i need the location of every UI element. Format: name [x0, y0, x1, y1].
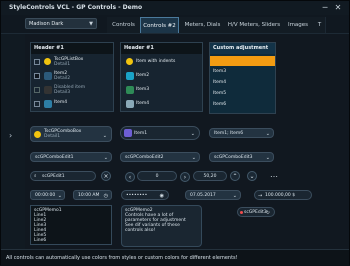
up-button[interactable]: ⌃: [230, 171, 240, 181]
list-item[interactable]: Item6: [213, 102, 226, 112]
chevron-down-icon: ⌄: [265, 155, 270, 161]
tab-controls-2[interactable]: Controls #2: [140, 17, 179, 33]
window-title: StyleControls VCL - GP Controls - Demo: [9, 4, 143, 11]
thumb-icon: [126, 86, 134, 94]
smiley-icon: [126, 58, 133, 65]
list-item[interactable]: Item4: [213, 80, 226, 90]
chevron-down-icon: ⌄: [232, 193, 237, 199]
tab-meters-dials[interactable]: Meters, Dials: [179, 17, 227, 33]
search-input[interactable]: ⌕ scGPEdit1: [30, 171, 96, 181]
chevron-down-icon: ⌄: [190, 131, 195, 137]
top-toolbar: Madison Dark ▼ Controls Controls #2 Mete…: [1, 15, 349, 34]
left-panel: ›: [1, 34, 26, 262]
list-item[interactable]: Item with indents: [124, 57, 200, 67]
search-icon: ⌕: [34, 174, 37, 179]
combo-box-right[interactable]: Item1; Item6 ⌄: [209, 128, 274, 138]
smiley-icon: [44, 58, 51, 65]
tab-controls[interactable]: Controls: [107, 17, 141, 33]
app-window: StyleControls VCL - GP Controls - Demo ─…: [0, 0, 350, 265]
thumb-icon: [124, 129, 132, 137]
list-item-selected[interactable]: Item2: [210, 56, 275, 73]
next-button[interactable]: ›: [180, 172, 190, 182]
refresh-icon: ↻: [265, 210, 270, 216]
eye-icon: ◉: [159, 193, 164, 199]
numeric-edit[interactable]: 50,20: [193, 171, 227, 181]
checkbox[interactable]: [34, 59, 40, 65]
title-bar: StyleControls VCL - GP Controls - Demo ─…: [1, 1, 349, 15]
chevron-down-icon: ▼: [89, 21, 93, 27]
thumb-icon: [44, 100, 52, 108]
checkbox[interactable]: [34, 73, 40, 79]
edit-right[interactable]: scGPEdit3 ↻: [237, 207, 275, 217]
time-edit-1[interactable]: 00:00:00 ⌄: [30, 190, 65, 200]
list-item[interactable]: Item2: [124, 71, 200, 81]
time-edit-2[interactable]: 10:00 AM ◷: [73, 190, 112, 200]
more-icon[interactable]: …: [270, 170, 278, 179]
chevron-down-icon: ⌄: [265, 131, 270, 137]
listbox-2: Header #1 Item with indents Item2 Item3 …: [120, 42, 203, 112]
style-selector[interactable]: Madison Dark ▼: [25, 18, 97, 29]
thumb-icon: [126, 100, 134, 108]
list-item[interactable]: Item4: [34, 99, 110, 109]
tab-hv-meters-sliders[interactable]: H/V Meters, Sliders: [226, 17, 283, 33]
thumb-icon: [44, 86, 52, 94]
spin-edit[interactable]: 0: [137, 171, 177, 181]
combo-edit-3[interactable]: scGPComboEdit3 ⌄: [209, 152, 274, 162]
list-item[interactable]: Item3: [213, 69, 226, 79]
list-item: Disabled item Detail3: [34, 85, 110, 95]
prev-button[interactable]: ‹: [125, 172, 135, 182]
list-item[interactable]: Item2 Detail2: [34, 71, 110, 81]
combo-box-mid[interactable]: Item1 ⌄: [120, 126, 200, 140]
tab-images[interactable]: Images: [282, 17, 315, 33]
close-icon[interactable]: ×: [101, 171, 111, 181]
smiley-icon: [34, 131, 41, 138]
close-icon[interactable]: ✕: [332, 3, 344, 13]
status-bar: All controls can automatically use color…: [1, 249, 349, 265]
chevron-down-icon: ⌄: [103, 155, 108, 161]
date-edit[interactable]: 07.05.2017 ⌄: [185, 190, 241, 200]
list-item[interactable]: TscGPListBox Detail1: [34, 57, 110, 67]
combo-edit-1[interactable]: scGPComboEdit1 ⌄: [30, 152, 112, 162]
arrow-down-icon[interactable]: ⌄: [247, 171, 257, 181]
red-dot-icon: [240, 211, 243, 214]
minimize-icon[interactable]: ─: [319, 3, 331, 13]
chevron-right-icon[interactable]: ›: [9, 131, 12, 140]
checkbox[interactable]: [34, 101, 40, 107]
thumb-icon: [44, 72, 52, 80]
combo-edit-2[interactable]: scGPComboEdit2 ⌄: [120, 152, 200, 162]
checkbox: [34, 87, 40, 93]
chevron-down-icon: ⌄: [57, 193, 62, 199]
memo-1[interactable]: scGPMemo1 Line1 Line2 Line3 Line4 Line5 …: [30, 205, 112, 245]
clock-icon: ◷: [103, 193, 108, 199]
chevron-down-icon: ⌄: [191, 155, 196, 161]
arrow-right-icon: →: [258, 193, 263, 199]
listbox-header: Header #1: [121, 43, 202, 54]
main-content: Header #1 TscGPListBox Detail1 Item2 Det…: [25, 34, 349, 262]
listbox-header: Header #1: [31, 43, 113, 54]
combo-box-left[interactable]: TscGPComboBox Detail1 ⌄: [30, 126, 112, 142]
chevron-down-icon: ⌄: [102, 133, 107, 139]
listbox-header: Custom adjustment: [210, 43, 275, 54]
memo-2[interactable]: scGPMemo2 Controls have a lot of paramet…: [121, 205, 202, 247]
thumb-icon: [126, 72, 134, 80]
password-field[interactable]: •••••••• ◉: [121, 190, 169, 200]
list-item[interactable]: Item4: [124, 99, 200, 109]
tab-truncated[interactable]: T: [314, 17, 326, 33]
currency-edit[interactable]: → 100.000,00 $: [254, 190, 312, 200]
listbox-3: Custom adjustment Item2 Item3 Item4 Item…: [209, 42, 276, 114]
list-item[interactable]: Item3: [124, 85, 200, 95]
listbox-1: Header #1 TscGPListBox Detail1 Item2 Det…: [30, 42, 114, 112]
style-selector-value: Madison Dark: [29, 21, 64, 27]
list-item[interactable]: Item5: [213, 91, 226, 101]
